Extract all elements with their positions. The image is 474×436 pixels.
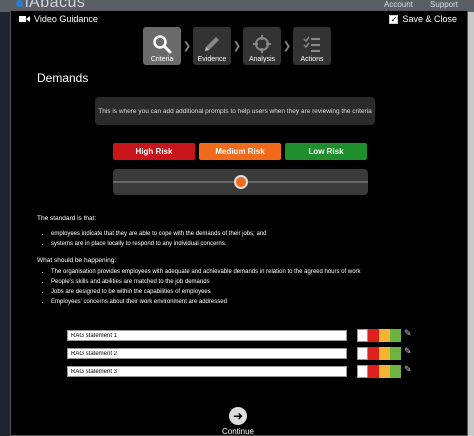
rag-swatch[interactable] xyxy=(368,329,379,342)
standard-list: employees indicate that they are able to… xyxy=(41,231,266,251)
rag-statement-input[interactable] xyxy=(67,330,347,341)
rag-swatch[interactable] xyxy=(368,347,379,360)
checklist-icon xyxy=(303,36,320,52)
background-sidebar xyxy=(0,12,10,436)
video-camera-icon xyxy=(19,16,30,22)
video-guidance-button[interactable]: Video Guidance xyxy=(19,14,98,24)
chevron-right-icon: ❯ xyxy=(232,40,242,52)
slider-handle[interactable] xyxy=(233,175,248,189)
crosshair-icon xyxy=(253,35,271,53)
save-close-label: Save & Close xyxy=(402,14,457,24)
list-item: The organisation provides employees with… xyxy=(51,269,361,276)
step-label: Actions xyxy=(300,56,324,63)
rag-swatch[interactable] xyxy=(390,365,401,378)
rag-row-3 xyxy=(67,366,347,377)
standard-heading: The standard is that: xyxy=(37,215,97,222)
rag-swatch[interactable] xyxy=(390,329,401,342)
chevron-right-icon: ❯ xyxy=(182,40,192,52)
rag-swatch[interactable] xyxy=(379,347,390,360)
step-criteria[interactable]: Criteria xyxy=(143,27,181,65)
search-icon xyxy=(153,35,172,54)
step-label: Evidence xyxy=(197,56,227,63)
rag-statement-input[interactable] xyxy=(67,348,347,359)
video-guidance-label: Video Guidance xyxy=(34,14,98,24)
happening-heading: What should be happening: xyxy=(37,257,117,264)
risk-slider[interactable] xyxy=(113,169,368,195)
rag-swatch[interactable] xyxy=(357,347,368,360)
account-link[interactable]: Account xyxy=(384,0,413,9)
step-evidence[interactable]: Evidence xyxy=(193,27,231,65)
rag-swatch[interactable] xyxy=(357,365,368,378)
prompt-box: This is where you can add additional pro… xyxy=(95,97,375,125)
logo-dot-icon xyxy=(16,0,23,7)
rag-swatch[interactable] xyxy=(357,329,368,342)
step-analysis[interactable]: Analysis xyxy=(243,27,281,65)
list-item: employees indicate that they are able to… xyxy=(51,231,266,238)
step-navigation: Criteria ❯ Evidence ❯ Analysis ❯ Actions xyxy=(143,27,331,65)
rag-swatch[interactable] xyxy=(379,329,390,342)
rag-statement-input[interactable] xyxy=(67,366,347,377)
rag-swatch[interactable] xyxy=(390,347,401,360)
pencil-icon xyxy=(205,37,219,51)
criteria-modal: Video Guidance ✓ Save & Close Criteria ❯… xyxy=(10,10,468,436)
rag-swatch[interactable] xyxy=(368,365,379,378)
edit-pencil-icon[interactable]: ✎ xyxy=(404,346,412,357)
list-item: systems are in place locally to respond … xyxy=(51,241,266,248)
continue-button[interactable]: ➜ Continue xyxy=(221,407,255,436)
high-risk-button[interactable]: High Risk xyxy=(113,143,195,160)
step-label: Analysis xyxy=(248,56,276,63)
save-close-checkbox-icon[interactable]: ✓ xyxy=(389,14,399,24)
step-actions[interactable]: Actions xyxy=(293,27,331,65)
medium-risk-button[interactable]: Medium Risk xyxy=(199,143,281,160)
list-item: Jobs are designed to be within the capab… xyxy=(51,289,361,296)
edit-pencil-icon[interactable]: ✎ xyxy=(404,364,412,375)
chevron-right-icon: ❯ xyxy=(282,40,292,52)
page-title: Demands xyxy=(37,71,89,85)
happening-list: The organisation provides employees with… xyxy=(41,269,361,309)
list-item: People's skills and abilities are matche… xyxy=(51,279,361,286)
step-label: Criteria xyxy=(150,56,174,63)
rag-row-2 xyxy=(67,348,347,359)
support-link[interactable]: Support xyxy=(430,0,458,9)
edit-pencil-icon[interactable]: ✎ xyxy=(404,328,412,339)
rag-swatch[interactable] xyxy=(379,365,390,378)
background-scrollbar xyxy=(468,12,474,436)
prompt-text: This is where you can add additional pro… xyxy=(98,107,372,115)
continue-label: Continue xyxy=(221,427,255,436)
list-item: Employees' concerns about their work env… xyxy=(51,299,361,306)
save-close-button[interactable]: ✓ Save & Close xyxy=(389,14,457,24)
rag-row-1 xyxy=(67,330,347,341)
arrow-right-icon: ➜ xyxy=(229,407,247,425)
low-risk-button[interactable]: Low Risk xyxy=(285,143,367,160)
